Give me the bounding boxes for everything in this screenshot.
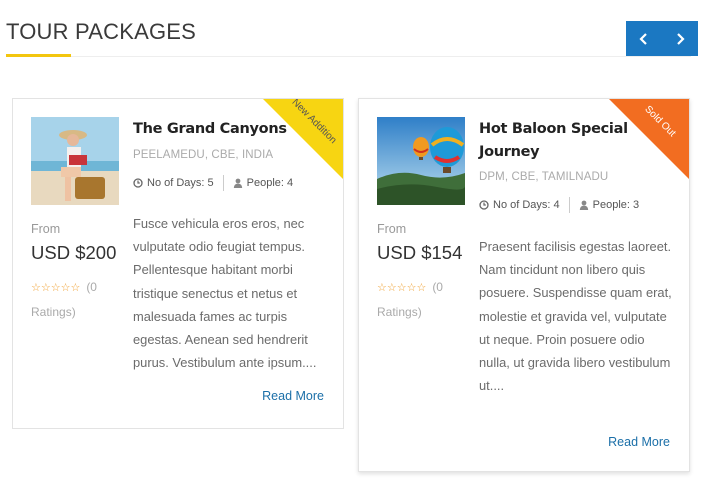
from-label: From (31, 222, 61, 236)
people-label: People: 4 (246, 177, 294, 189)
title-underline (6, 54, 71, 57)
rating: ☆☆☆☆☆ (0 Ratings) (31, 275, 121, 324)
tour-title[interactable]: The Grand Canyons (133, 118, 303, 141)
from-label: From (377, 222, 407, 236)
chevron-left-icon (639, 32, 647, 45)
tour-title[interactable]: Hot Baloon Special Journey (479, 118, 649, 164)
clock-icon (133, 178, 143, 188)
user-icon (233, 178, 242, 188)
section-header: TOUR PACKAGES (0, 0, 720, 60)
beach-photo (31, 117, 119, 205)
tour-card: New Addition The Grand Canyons PEELAMEDU… (12, 98, 344, 429)
read-more-link[interactable]: Read More (262, 389, 324, 403)
tour-description: Fusce vehicula eros eros, nec vulputate … (133, 216, 317, 371)
user-icon (579, 200, 588, 210)
tour-location: PEELAMEDU, CBE, INDIA (133, 149, 274, 161)
tour-image[interactable] (377, 117, 465, 205)
balloon-photo (377, 117, 465, 205)
prev-button[interactable] (626, 21, 662, 56)
tour-card: Sold Out Hot Baloon Special Journey DPM,… (358, 98, 690, 472)
clock-icon (479, 200, 489, 210)
carousel-nav (626, 21, 698, 56)
days-info: No of Days: 4 (479, 199, 560, 211)
star-rating-icon[interactable]: ☆☆☆☆☆ (377, 276, 426, 300)
title-divider (71, 56, 691, 57)
section-title: TOUR PACKAGES (6, 19, 197, 44)
meta-separator (568, 197, 570, 213)
tour-meta: No of Days: 5 People: 4 (133, 175, 293, 191)
tour-price: USD $154 (377, 242, 463, 263)
days-info: No of Days: 5 (133, 177, 214, 189)
rating: ☆☆☆☆☆ (0 Ratings) (377, 275, 467, 324)
read-more-link[interactable]: Read More (608, 435, 670, 449)
star-rating-icon[interactable]: ☆☆☆☆☆ (31, 276, 80, 300)
people-label: People: 3 (592, 199, 640, 211)
days-label: No of Days: 4 (493, 199, 560, 211)
days-label: No of Days: 5 (147, 177, 214, 189)
meta-separator (222, 175, 224, 191)
people-info: People: 3 (579, 199, 639, 211)
tour-image[interactable] (31, 117, 119, 205)
tour-location: DPM, CBE, TAMILNADU (479, 171, 609, 183)
next-button[interactable] (662, 21, 698, 56)
tour-description: Praesent facilisis egestas laoreet. Nam … (479, 239, 672, 394)
tour-meta: No of Days: 4 People: 3 (479, 197, 639, 213)
people-info: People: 4 (233, 177, 293, 189)
chevron-right-icon (677, 32, 685, 45)
tour-price: USD $200 (31, 242, 117, 263)
